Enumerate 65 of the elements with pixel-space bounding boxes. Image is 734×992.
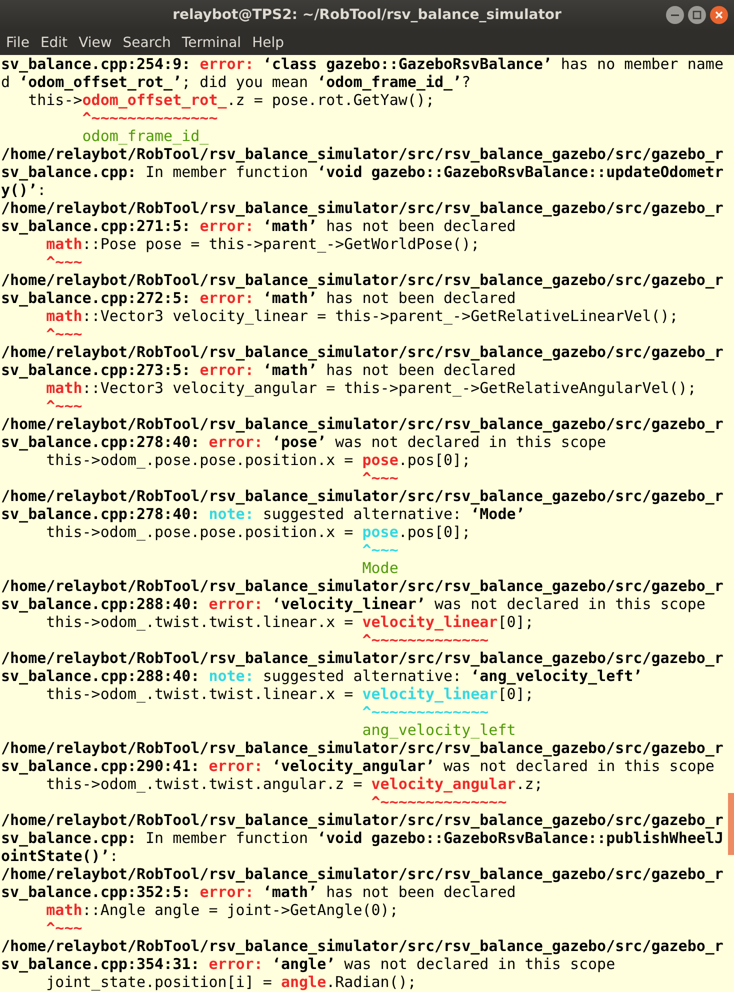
terminal-line: ^~~~: [45, 253, 84, 271]
terminal-line: sv_balance.cpp: In member function ‘void gazebo::GazeboRsvBalance::updateOdometr: [1, 163, 724, 181]
terminal-line: math::Angle angle = joint->GetAngle(0);: [45, 901, 400, 919]
terminal-line: ointState()’:: [1, 847, 120, 865]
terminal-line: math::Vector3 velocity_angular = this->parent_->GetRelativeAngularVel();: [45, 379, 698, 397]
menu-item[interactable]: Help: [252, 34, 284, 50]
terminal-line: /home/relaybot/RobTool/rsv_balance_simulator/src/rsv_balance_gazebo/src/gazebo_r: [1, 415, 724, 433]
menu-item[interactable]: View: [78, 34, 112, 50]
terminal-line: sv_balance.cpp:278:40: error: ‘pose’ was not declared in this scope: [1, 433, 608, 451]
terminal-line: this->odom_offset_rot_.z = pose.rot.GetYaw();: [27, 91, 436, 109]
terminal-line: sv_balance.cpp:278:40: note: suggested alternative: ‘Mode’: [1, 505, 526, 523]
terminal-line: this->odom_.twist.twist.linear.x = velocity_linear[0];: [45, 685, 535, 703]
terminal-line: y()’:: [1, 181, 48, 199]
terminal-line: ^~~~~~~~~~~~~~~: [81, 109, 219, 127]
menu-item[interactable]: File: [6, 34, 30, 50]
terminal-line: ^~~~: [45, 325, 84, 343]
terminal-line: this->odom_.pose.pose.position.x = pose.pos[0];: [45, 523, 472, 541]
terminal-line: sv_balance.cpp:273:5: error: ‘math’ has not been declared: [1, 361, 517, 379]
maximize-button[interactable]: [688, 6, 706, 24]
terminal-line: ^~~~~~~~~~~~~~~: [370, 793, 508, 811]
terminal-line: /home/relaybot/RobTool/rsv_balance_simulator/src/rsv_balance_gazebo/src/gazebo_r: [1, 937, 724, 955]
terminal-line: sv_balance.cpp:354:31: error: ‘angle’ was not declared in this scope: [1, 955, 616, 973]
terminal-line: ^~~~: [45, 919, 84, 937]
terminal-line: this->odom_.twist.twist.angular.z = velocity_angular.z;: [45, 775, 544, 793]
terminal-line: odom_frame_id_: [81, 127, 210, 145]
terminal-line: ^~~~~~~~~~~~~~: [361, 703, 490, 721]
terminal-line: sv_balance.cpp:290:41: error: ‘velocity_angular’ was not declared in this scope: [1, 757, 716, 775]
terminal-line: d ‘odom_offset_rot_’; did you mean ‘odom_frame_id_’?: [1, 73, 472, 91]
terminal-line: sv_balance.cpp:254:9: error: ‘class gazebo::GazeboRsvBalance’ has no member name: [1, 55, 724, 73]
terminal-line: ^~~~~~~~~~~~~~: [361, 631, 490, 649]
scrollbar-thumb[interactable]: [728, 793, 734, 855]
terminal-line: math::Vector3 velocity_linear = this->parent_->GetRelativeLinearVel();: [45, 307, 680, 325]
minimize-button[interactable]: [666, 6, 684, 24]
terminal-line: /home/relaybot/RobTool/rsv_balance_simulator/src/rsv_balance_gazebo/src/gazebo_r: [1, 811, 724, 829]
terminal-line: /home/relaybot/RobTool/rsv_balance_simulator/src/rsv_balance_gazebo/src/gazebo_r: [1, 271, 724, 289]
menu-item[interactable]: Terminal: [182, 34, 242, 50]
terminal-line: /home/relaybot/RobTool/rsv_balance_simulator/src/rsv_balance_gazebo/src/gazebo_r: [1, 145, 724, 163]
terminal-line: ^~~~: [361, 469, 400, 487]
close-button[interactable]: [710, 6, 728, 24]
terminal-line: ang_velocity_left: [361, 721, 517, 739]
terminal-line: /home/relaybot/RobTool/rsv_balance_simulator/src/rsv_balance_gazebo/src/gazebo_r: [1, 577, 724, 595]
close-icon: [714, 10, 724, 20]
terminal-line: ^~~~: [361, 541, 400, 559]
terminal-line: /home/relaybot/RobTool/rsv_balance_simulator/src/rsv_balance_gazebo/src/gazebo_r: [1, 649, 724, 667]
window-title: relaybot@TPS2: ~/RobTool/rsv_balance_simulator: [172, 7, 562, 23]
menu-item[interactable]: Search: [122, 34, 171, 50]
terminal-line: sv_balance.cpp: In member function ‘void gazebo::GazeboRsvBalance::publishWheelJ: [1, 829, 724, 847]
terminal-line: sv_balance.cpp:271:5: error: ‘math’ has not been declared: [1, 217, 517, 235]
maximize-icon: [692, 10, 702, 20]
terminal-line: sv_balance.cpp:272:5: error: ‘math’ has not been declared: [1, 289, 517, 307]
terminal-line: sv_balance.cpp:288:40: note: suggested alternative: ‘ang_velocity_left’: [1, 667, 644, 685]
terminal-line: sv_balance.cpp:352:5: error: ‘math’ has not been declared: [1, 883, 517, 901]
menu-item[interactable]: Edit: [40, 34, 68, 50]
terminal-line: this->odom_.twist.twist.linear.x = velocity_linear[0];: [45, 613, 535, 631]
terminal-line: /home/relaybot/RobTool/rsv_balance_simulator/src/rsv_balance_gazebo/src/gazebo_r: [1, 343, 724, 361]
terminal-line: joint_state.position[i] = angle.Radian();: [45, 973, 418, 991]
terminal-line: /home/relaybot/RobTool/rsv_balance_simulator/src/rsv_balance_gazebo/src/gazebo_r: [1, 199, 724, 217]
terminal-line: /home/relaybot/RobTool/rsv_balance_simulator/src/rsv_balance_gazebo/src/gazebo_r: [1, 865, 724, 883]
terminal-line: Mode: [361, 559, 400, 577]
terminal-line: ^~~~: [45, 397, 84, 415]
terminal-line: this->odom_.pose.pose.position.x = pose.pos[0];: [45, 451, 472, 469]
terminal-line: sv_balance.cpp:288:40: error: ‘velocity_linear’ was not declared in this scope: [1, 595, 706, 613]
terminal-line: math::Pose pose = this->parent_->GetWorldPose();: [45, 235, 481, 253]
terminal-line: /home/relaybot/RobTool/rsv_balance_simulator/src/rsv_balance_gazebo/src/gazebo_r: [1, 739, 724, 757]
terminal-line: /home/relaybot/RobTool/rsv_balance_simulator/src/rsv_balance_gazebo/src/gazebo_r: [1, 487, 724, 505]
